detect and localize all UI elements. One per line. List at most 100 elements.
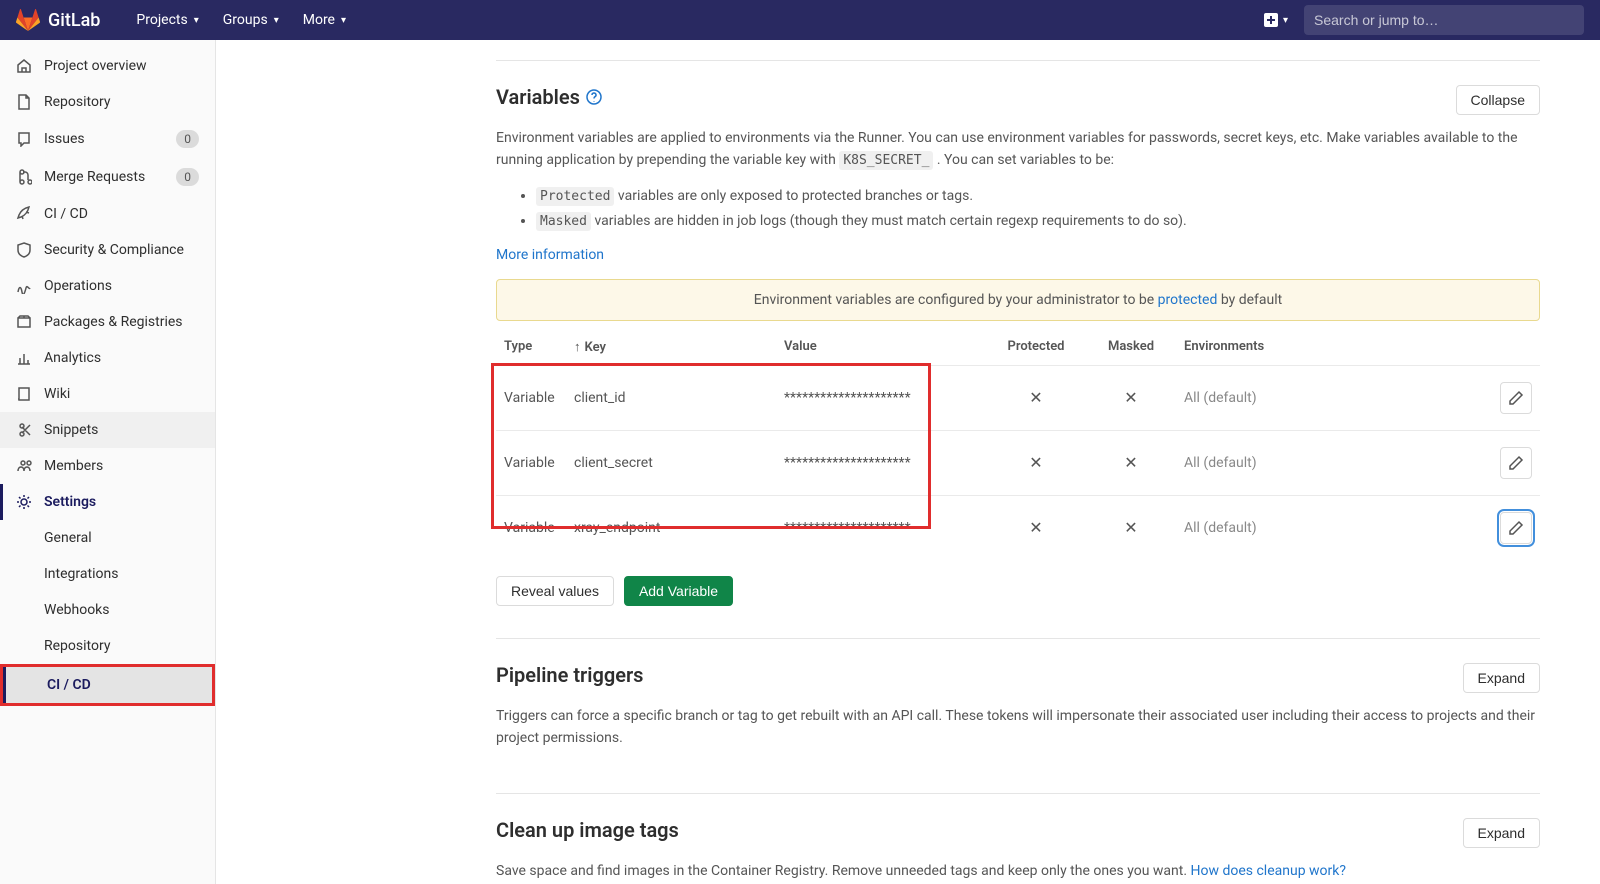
col-value[interactable]: Value: [776, 329, 986, 366]
sidebar-item-label: Webhooks: [44, 602, 199, 618]
table-row: Variablexray_endpoint*******************…: [496, 495, 1540, 560]
cell-env: All (default): [1176, 365, 1492, 430]
banner-text: Environment variables are configured by …: [754, 292, 1158, 308]
nav-groups[interactable]: Groups▾: [211, 0, 291, 40]
cell-edit: [1492, 430, 1540, 495]
col-key[interactable]: ↑ Key: [566, 329, 776, 366]
badge: 0: [176, 168, 199, 186]
bullet-text: variables are only exposed to protected …: [614, 188, 973, 204]
gear-icon: [16, 494, 32, 510]
reveal-values-button[interactable]: Reveal values: [496, 576, 614, 606]
bullet-text: variables are hidden in job logs (though…: [591, 213, 1187, 229]
doc-icon: [16, 94, 32, 110]
nav-groups-label: Groups: [223, 12, 268, 28]
cell-key: xray_endpoint: [566, 495, 776, 560]
col-env[interactable]: Environments: [1176, 329, 1492, 366]
banner-link[interactable]: protected: [1158, 292, 1218, 308]
sidebar-item-label: Members: [44, 458, 199, 474]
cell-masked: ✕: [1086, 495, 1176, 560]
nav-projects-label: Projects: [136, 12, 187, 28]
sidebar-item-label: Wiki: [44, 386, 199, 402]
collapse-button[interactable]: Collapse: [1456, 85, 1540, 115]
code-snippet: Protected: [536, 187, 614, 206]
home-icon: [16, 58, 32, 74]
col-label: Key: [585, 340, 606, 355]
expand-button[interactable]: Expand: [1463, 663, 1540, 693]
search-wrap: [1304, 5, 1584, 35]
sidebar-item-snippets[interactable]: Snippets: [0, 412, 215, 448]
sidebar-item-label: Settings: [44, 494, 199, 510]
top-nav: GitLab Projects▾ Groups▾ More▾ ▾: [0, 0, 1600, 40]
sidebar-sub-integrations[interactable]: Integrations: [0, 556, 215, 592]
book-icon: [16, 386, 32, 402]
sidebar-item-analytics[interactable]: Analytics: [0, 340, 215, 376]
variables-table: Type ↑ Key Value Protected Masked Environ…: [496, 329, 1540, 560]
help-icon[interactable]: [586, 89, 602, 105]
cell-type: Variable: [496, 365, 566, 430]
x-icon: ✕: [1029, 518, 1042, 537]
cell-value: *********************: [776, 430, 986, 495]
cell-masked: ✕: [1086, 365, 1176, 430]
more-info-link[interactable]: More information: [496, 247, 604, 263]
sidebar-item-wiki[interactable]: Wiki: [0, 376, 215, 412]
gitlab-logo-icon: [16, 8, 40, 32]
edit-button[interactable]: [1500, 447, 1532, 479]
sidebar-sub-webhooks[interactable]: Webhooks: [0, 592, 215, 628]
sidebar-item-settings[interactable]: Settings: [0, 484, 215, 520]
col-masked[interactable]: Masked: [1086, 329, 1176, 366]
sidebar-item-security[interactable]: Security & Compliance: [0, 232, 215, 268]
sidebar-item-issues[interactable]: Issues0: [0, 120, 215, 158]
cell-key: client_secret: [566, 430, 776, 495]
main-content: Variables Collapse Environment variables…: [216, 40, 1600, 884]
sidebar-sub-general[interactable]: General: [0, 520, 215, 556]
sidebar-item-repository[interactable]: Repository: [0, 84, 215, 120]
sidebar-sub-cicd[interactable]: CI / CD: [0, 664, 215, 706]
search-input[interactable]: [1314, 12, 1574, 28]
sidebar-item-label: Analytics: [44, 350, 199, 366]
x-icon: ✕: [1029, 453, 1042, 472]
section-title: Pipeline triggers: [496, 663, 643, 687]
pencil-icon: [1508, 390, 1524, 406]
sidebar-item-label: Snippets: [44, 422, 199, 438]
chevron-down-icon: ▾: [1283, 15, 1288, 26]
sidebar-item-label: CI / CD: [44, 206, 199, 222]
col-type[interactable]: Type: [496, 329, 566, 366]
sidebar-item-packages[interactable]: Packages & Registries: [0, 304, 215, 340]
sidebar-item-label: Issues: [44, 131, 176, 147]
sidebar-item-label: Project overview: [44, 58, 199, 74]
sidebar-item-merge-requests[interactable]: Merge Requests0: [0, 158, 215, 196]
sidebar-sub-repository[interactable]: Repository: [0, 628, 215, 664]
sort-arrow-icon: ↑: [574, 340, 581, 355]
shield-icon: [16, 242, 32, 258]
cell-protected: ✕: [986, 495, 1086, 560]
sidebar-item-operations[interactable]: Operations: [0, 268, 215, 304]
sidebar-item-members[interactable]: Members: [0, 448, 215, 484]
bullet-list: Protected variables are only exposed to …: [496, 184, 1540, 234]
desc-text: Save space and find images in the Contai…: [496, 863, 1191, 879]
sidebar-item-label: CI / CD: [47, 677, 196, 693]
variables-table-wrap: Type ↑ Key Value Protected Masked Environ…: [496, 329, 1540, 560]
nav-projects[interactable]: Projects▾: [124, 0, 210, 40]
edit-button[interactable]: [1500, 512, 1532, 544]
sidebar-item-label: Security & Compliance: [44, 242, 199, 258]
sidebar-item-project-overview[interactable]: Project overview: [0, 48, 215, 84]
cell-key: client_id: [566, 365, 776, 430]
edit-button[interactable]: [1500, 382, 1532, 414]
expand-button[interactable]: Expand: [1463, 818, 1540, 848]
cleanup-link[interactable]: How does cleanup work?: [1191, 863, 1346, 879]
section-title: Clean up image tags: [496, 818, 679, 842]
sidebar-item-cicd[interactable]: CI / CD: [0, 196, 215, 232]
actions-row: Reveal values Add Variable: [496, 576, 1540, 606]
cell-type: Variable: [496, 430, 566, 495]
issues-icon: [16, 131, 32, 147]
col-protected[interactable]: Protected: [986, 329, 1086, 366]
add-variable-button[interactable]: Add Variable: [624, 576, 733, 606]
chart-icon: [16, 350, 32, 366]
cell-protected: ✕: [986, 365, 1086, 430]
operations-icon: [16, 278, 32, 294]
title-text: Variables: [496, 85, 580, 109]
nav-more[interactable]: More▾: [291, 0, 358, 40]
code-snippet: K8S_SECRET_: [839, 151, 933, 170]
plus-button[interactable]: ▾: [1255, 12, 1296, 28]
brand-label: GitLab: [48, 10, 100, 31]
